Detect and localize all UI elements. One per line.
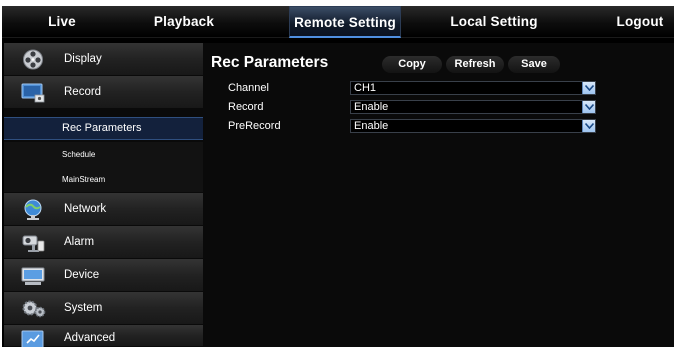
sidebar-item-advanced[interactable]: Advanced xyxy=(4,325,203,347)
sidebar-item-label: Record xyxy=(64,86,102,98)
device-icon xyxy=(21,265,45,286)
nav-remote-setting[interactable]: Remote Setting xyxy=(289,6,401,38)
advanced-icon xyxy=(21,329,45,347)
channel-label: Channel xyxy=(228,82,269,94)
display-icon xyxy=(21,49,45,70)
sidebar-item-system[interactable]: System xyxy=(4,292,203,325)
sidebar-subitem-schedule[interactable]: Schedule xyxy=(4,142,203,167)
sidebar-item-label: Display xyxy=(64,53,102,65)
sidebar: Display Record Rec Parameters Schedule M… xyxy=(4,43,203,347)
record-icon xyxy=(21,82,45,103)
settings-panel: Rec Parameters Copy Refresh Save Channel… xyxy=(203,43,674,347)
sidebar-item-label: Device xyxy=(64,269,100,281)
sidebar-subitem-mainstream[interactable]: MainStream xyxy=(4,167,203,192)
chevron-down-icon[interactable] xyxy=(582,120,595,132)
copy-button[interactable]: Copy xyxy=(382,56,442,73)
channel-select[interactable]: CH1 xyxy=(350,81,596,95)
app-window: Live Playback Remote Setting Local Setti… xyxy=(2,6,674,347)
nav-local-setting[interactable]: Local Setting xyxy=(435,6,553,38)
page-title: Rec Parameters xyxy=(211,54,329,71)
system-icon xyxy=(21,298,46,319)
sidebar-item-display[interactable]: Display xyxy=(4,43,203,76)
sidebar-item-label: Advanced xyxy=(64,332,116,344)
prerecord-select-value: Enable xyxy=(354,120,389,132)
sidebar-item-network[interactable]: Network xyxy=(4,193,203,226)
channel-select-value: CH1 xyxy=(354,82,377,94)
record-select[interactable]: Enable xyxy=(350,100,596,114)
sidebar-item-label: Alarm xyxy=(64,236,95,248)
sidebar-subitem-label: Rec Parameters xyxy=(62,122,142,134)
sidebar-item-device[interactable]: Device xyxy=(4,259,203,292)
alarm-icon xyxy=(21,232,45,253)
record-label: Record xyxy=(228,101,264,113)
save-button[interactable]: Save xyxy=(508,56,560,73)
top-navigation: Live Playback Remote Setting Local Setti… xyxy=(2,6,674,38)
network-icon xyxy=(21,199,45,220)
sidebar-subitem-rec-parameters[interactable]: Rec Parameters xyxy=(4,117,203,140)
nav-playback[interactable]: Playback xyxy=(130,6,238,38)
prerecord-label: PreRecord xyxy=(228,120,281,132)
sidebar-subitem-label: Schedule xyxy=(62,150,96,159)
record-select-value: Enable xyxy=(354,101,389,113)
sidebar-subitem-label: MainStream xyxy=(62,175,106,184)
chevron-down-icon[interactable] xyxy=(582,82,595,94)
chevron-down-icon[interactable] xyxy=(582,101,595,113)
refresh-button[interactable]: Refresh xyxy=(446,56,504,73)
sidebar-item-record[interactable]: Record xyxy=(4,76,203,109)
nav-live[interactable]: Live xyxy=(8,6,116,38)
sidebar-item-label: System xyxy=(64,302,103,314)
prerecord-select[interactable]: Enable xyxy=(350,119,596,133)
sidebar-item-alarm[interactable]: Alarm xyxy=(4,226,203,259)
sidebar-item-label: Network xyxy=(64,203,107,215)
nav-logout[interactable]: Logout xyxy=(607,6,673,38)
